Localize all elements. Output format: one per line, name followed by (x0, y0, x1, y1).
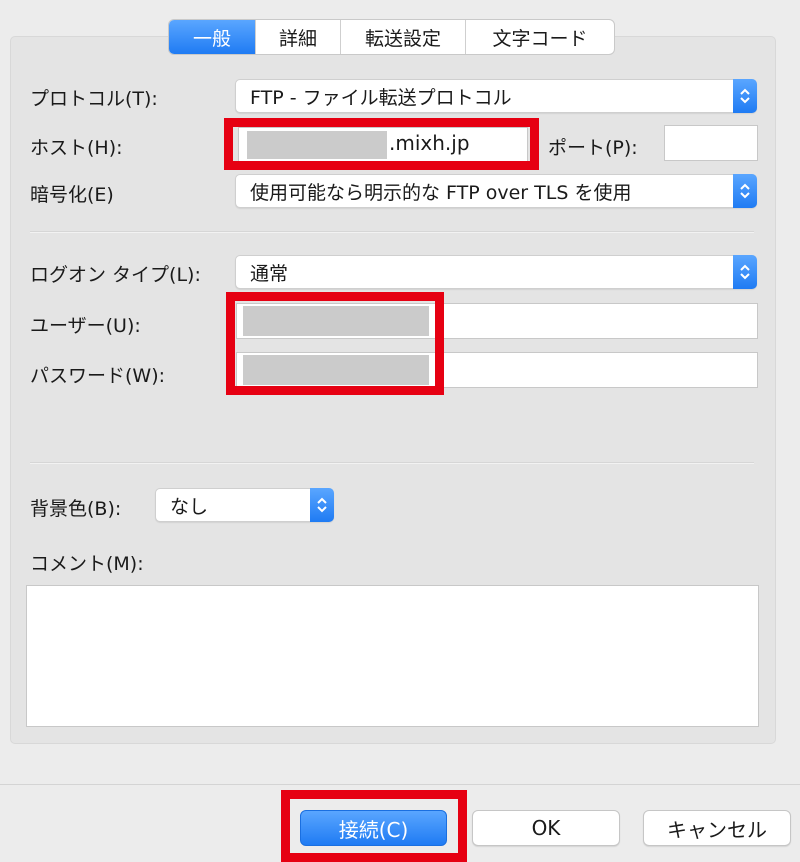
section-divider (30, 231, 754, 233)
protocol-select[interactable]: FTP - ファイル転送プロトコル (235, 79, 757, 113)
logon-type-select[interactable]: 通常 (235, 255, 757, 289)
highlight-box-connect (281, 790, 467, 862)
encryption-label: 暗号化(E) (30, 184, 114, 206)
chevron-up-down-icon (310, 488, 334, 522)
logon-type-select-value: 通常 (250, 262, 289, 285)
tab-bar: 一般 詳細 転送設定 文字コード (168, 19, 615, 55)
tab-transfer-settings[interactable]: 転送設定 (340, 20, 465, 54)
comment-label: コメント(M): (30, 553, 144, 575)
host-label: ホスト(H): (30, 137, 123, 159)
cancel-button-label: キャンセル (667, 817, 767, 842)
ok-button[interactable]: OK (472, 810, 620, 846)
tab-advanced[interactable]: 詳細 (255, 20, 340, 54)
tab-charset[interactable]: 文字コード (465, 20, 614, 54)
user-label: ユーザー(U): (30, 315, 141, 337)
tab-advanced-label: 詳細 (278, 27, 317, 50)
port-label: ポート(P): (548, 137, 638, 159)
tab-charset-label: 文字コード (492, 27, 588, 50)
protocol-select-value: FTP - ファイル転送プロトコル (250, 86, 512, 109)
footer-divider (0, 784, 800, 785)
password-label: パスワード(W): (30, 365, 166, 387)
tab-transfer-settings-label: 転送設定 (364, 27, 441, 50)
bg-color-select[interactable]: なし (155, 488, 334, 522)
encryption-select-value: 使用可能なら明示的な FTP over TLS を使用 (250, 181, 632, 204)
chevron-up-down-icon (733, 79, 757, 113)
chevron-up-down-icon (733, 174, 757, 208)
bg-color-select-value: なし (170, 495, 209, 518)
tab-general-label: 一般 (192, 27, 231, 50)
highlight-box-credentials (226, 292, 444, 395)
port-input[interactable] (664, 125, 758, 161)
bg-color-label: 背景色(B): (30, 498, 122, 520)
logon-type-label: ログオン タイプ(L): (30, 264, 201, 286)
encryption-select[interactable]: 使用可能なら明示的な FTP over TLS を使用 (235, 174, 757, 208)
section-divider (30, 462, 754, 464)
protocol-label: プロトコル(T): (30, 88, 158, 110)
cancel-button[interactable]: キャンセル (643, 810, 791, 846)
chevron-up-down-icon (733, 255, 757, 289)
tab-general[interactable]: 一般 (169, 20, 255, 54)
ok-button-label: OK (531, 816, 561, 840)
comment-textarea[interactable] (26, 585, 759, 727)
highlight-box-host (224, 118, 539, 170)
